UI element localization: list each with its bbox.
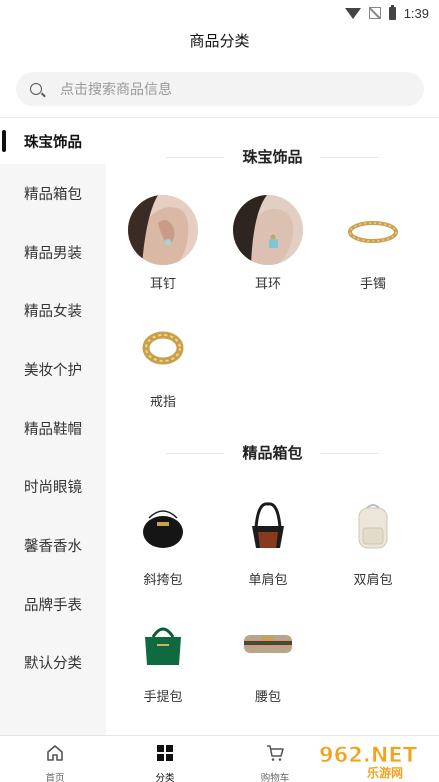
category-item-label: 手提包 <box>143 689 183 704</box>
sidebar-item-label: 时尚眼镜 <box>24 480 82 497</box>
category-item-waist-bags[interactable]: 腰包 <box>228 608 308 705</box>
sidebar-item-default[interactable]: 默认分类 <box>0 634 106 693</box>
earring-photo <box>233 195 303 265</box>
tab-label: 首页 <box>45 773 65 782</box>
sidebar-item-bags[interactable]: 精品箱包 <box>0 164 106 223</box>
category-item-label: 腰包 <box>254 689 281 704</box>
bracelet-image <box>338 195 408 265</box>
sidebar-item-label: 馨香香水 <box>24 538 82 555</box>
category-item-shoulder-bags[interactable]: 单肩包 <box>228 491 308 588</box>
ring-image <box>128 313 198 383</box>
sidebar-item-label: 精品箱包 <box>24 186 82 203</box>
sidebar-item-label: 品牌手表 <box>24 597 82 614</box>
tab-label: 分类 <box>155 773 175 782</box>
svg-text:962.NET: 962.NET <box>319 743 418 767</box>
category-item-handbags[interactable]: 手提包 <box>123 608 203 705</box>
page-title: 商品分类 <box>189 33 250 50</box>
category-item-bracelets[interactable]: 手镯 <box>333 195 413 292</box>
category-item-earrings[interactable]: 耳环 <box>228 195 308 292</box>
sidebar-item-label: 精品鞋帽 <box>24 421 82 438</box>
category-item-crossbody-bags[interactable]: 斜挎包 <box>123 491 203 588</box>
sidebar-item-label: 美妆个护 <box>24 362 82 379</box>
home-icon <box>47 745 63 761</box>
sidebar-item-label: 精品女装 <box>24 304 82 321</box>
handbag-image <box>128 608 198 678</box>
sidebar-item-beauty[interactable]: 美妆个护 <box>0 340 106 399</box>
waist-bag-image <box>233 608 303 678</box>
category-sidebar: 珠宝饰品 精品箱包 精品男装 精品女装 美妆个护 精品鞋帽 时尚眼镜 馨香香水 … <box>0 118 106 735</box>
sidebar-item-watches[interactable]: 品牌手表 <box>0 575 106 634</box>
sidebar-item-label: 默认分类 <box>24 656 82 673</box>
sidebar-item-label: 精品男装 <box>24 245 82 262</box>
search-input[interactable]: 点击搜索商品信息 <box>16 72 424 106</box>
no-signal-icon <box>368 7 381 19</box>
category-item-label: 耳环 <box>254 276 281 291</box>
section-title-jewelry: 珠宝饰品 <box>106 146 439 167</box>
search-icon <box>30 83 42 95</box>
category-item-stud-earrings[interactable]: 耳钉 <box>123 195 203 292</box>
sidebar-item-womenswear[interactable]: 精品女装 <box>0 281 106 340</box>
cart-icon <box>267 745 284 761</box>
category-item-backpacks[interactable]: 双肩包 <box>333 491 413 588</box>
svg-text:乐游网: 乐游网 <box>367 765 403 780</box>
category-item-label: 单肩包 <box>248 572 288 587</box>
earring-stud-photo <box>128 195 198 265</box>
category-grid-icon <box>157 745 173 761</box>
shoulder-bag-image <box>233 491 303 561</box>
tab-category[interactable]: 分类 <box>110 736 220 782</box>
battery-icon <box>388 4 396 20</box>
section-title-bags: 精品箱包 <box>106 442 439 463</box>
sidebar-item-shoes-hats[interactable]: 精品鞋帽 <box>0 399 106 458</box>
site-watermark: 962.NET 乐游网 <box>313 740 433 780</box>
category-item-rings[interactable]: 戒指 <box>123 313 203 410</box>
sidebar-item-label: 珠宝饰品 <box>24 134 82 151</box>
crossbody-bag-image <box>128 491 198 561</box>
category-item-label: 戒指 <box>149 394 176 409</box>
backpack-image <box>338 491 408 561</box>
sidebar-item-jewelry[interactable]: 珠宝饰品 <box>0 118 106 164</box>
status-time: 1:39 <box>403 5 429 21</box>
category-item-label: 耳钉 <box>149 276 176 291</box>
search-placeholder: 点击搜索商品信息 <box>60 81 172 97</box>
category-item-label: 斜挎包 <box>143 572 183 587</box>
category-content: 珠宝饰品 耳钉 耳环 手镯 戒指 精品箱包 斜挎包 单肩包 双肩包 手提包 腰包 <box>106 118 439 735</box>
status-bar: 1:39 <box>0 0 439 26</box>
sidebar-item-menswear[interactable]: 精品男装 <box>0 223 106 282</box>
tab-home[interactable]: 首页 <box>0 736 110 782</box>
category-item-label: 双肩包 <box>353 572 393 587</box>
sidebar-item-perfume[interactable]: 馨香香水 <box>0 516 106 575</box>
category-item-label: 手镯 <box>359 276 386 291</box>
sidebar-item-eyewear[interactable]: 时尚眼镜 <box>0 457 106 516</box>
wifi-icon <box>344 7 361 19</box>
